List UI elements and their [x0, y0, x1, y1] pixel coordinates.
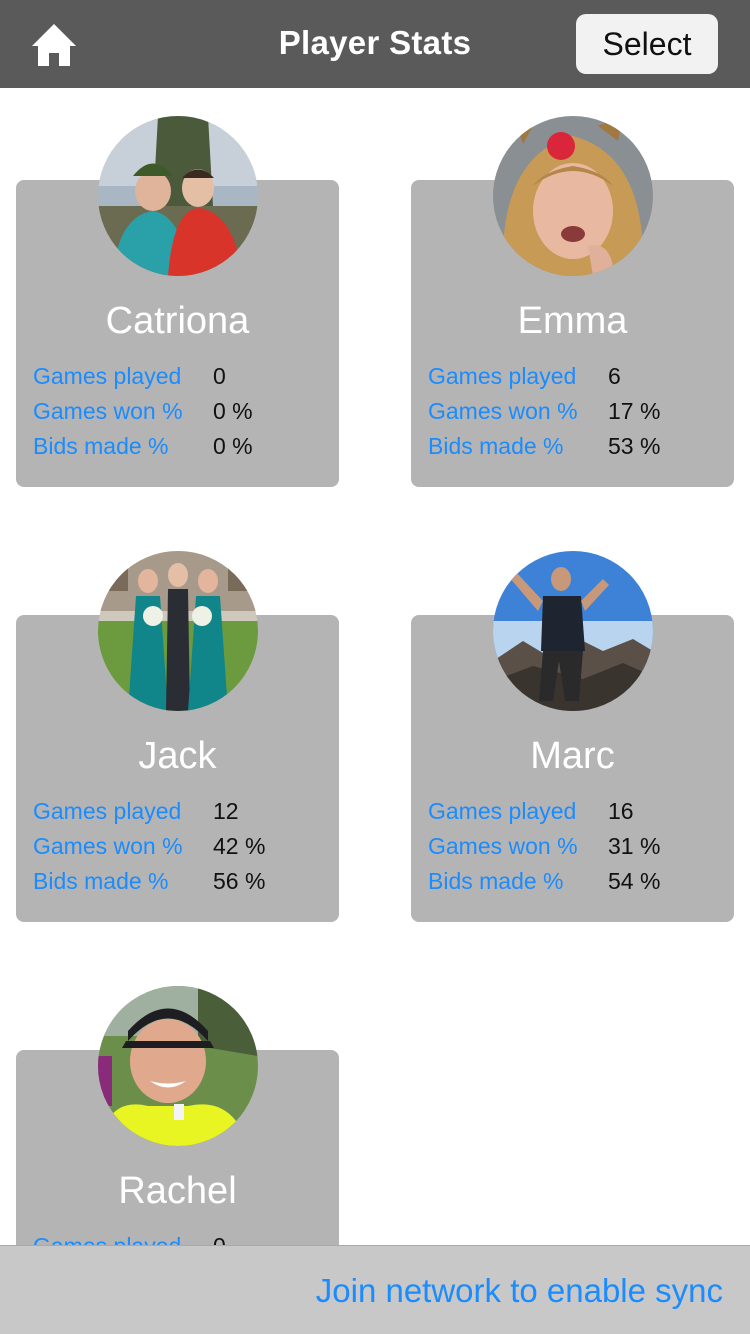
stat-label: Games played [428, 363, 577, 389]
stat-value: 6 [608, 363, 621, 389]
stat-value: 56 % [213, 868, 266, 894]
player-stats-screen: Player Stats Select Catriona Games playe… [0, 0, 750, 1334]
stat-value: 53 % [608, 433, 661, 459]
stat-value: 17 % [608, 398, 661, 424]
avatar-emma[interactable] [493, 116, 653, 276]
stat-label: Games won % [428, 833, 578, 859]
bottom-bar: Join network to enable sync [0, 1245, 750, 1334]
player-name: Catriona [105, 300, 250, 342]
select-button[interactable]: Select [576, 14, 718, 74]
stat-value: 42 % [213, 833, 266, 859]
avatar-catriona[interactable] [98, 116, 258, 276]
stat-label: Bids made % [428, 433, 564, 459]
stat-value: 0 % [213, 398, 253, 424]
stat-value: 0 [213, 363, 226, 389]
join-network-link[interactable]: Join network to enable sync [316, 1272, 723, 1310]
stat-label: Bids made % [33, 433, 169, 459]
avatar-rachel[interactable] [98, 986, 258, 1146]
avatar-jack[interactable] [98, 551, 258, 711]
stat-value: 12 [213, 798, 239, 824]
stat-label: Games played [33, 363, 182, 389]
player-name: Rachel [118, 1170, 237, 1212]
stat-value: 16 [608, 798, 634, 824]
nav-bar: Player Stats Select [0, 0, 750, 88]
player-name: Jack [138, 735, 217, 777]
stat-value: 0 % [213, 433, 253, 459]
stat-value: 54 % [608, 868, 661, 894]
player-name: Emma [517, 300, 628, 342]
player-name: Marc [530, 735, 615, 777]
stat-label: Bids made % [428, 868, 564, 894]
stat-label: Games won % [33, 398, 183, 424]
stat-label: Games played [428, 798, 577, 824]
stat-label: Bids made % [33, 868, 169, 894]
stat-label: Games played [33, 798, 182, 824]
stat-label: Games won % [33, 833, 183, 859]
avatar-marc[interactable] [493, 551, 653, 711]
stat-value: 31 % [608, 833, 661, 859]
stat-label: Games won % [428, 398, 578, 424]
